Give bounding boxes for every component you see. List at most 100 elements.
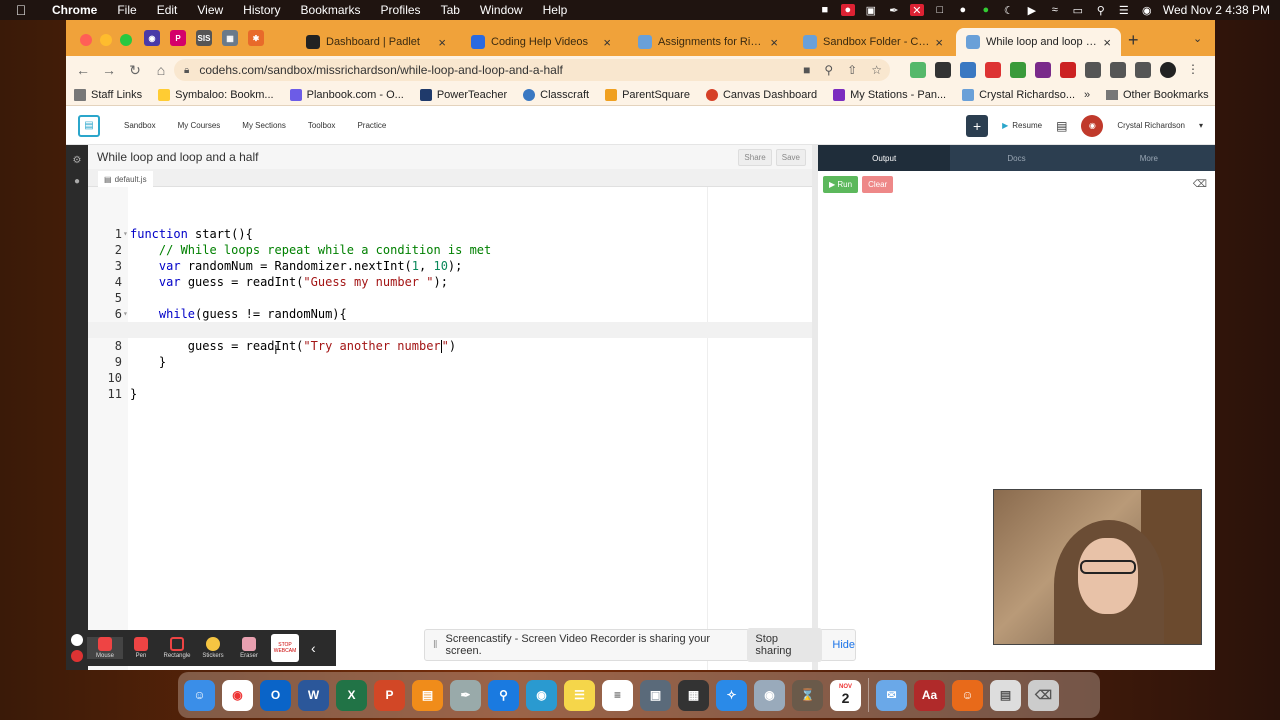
bookmark-folder[interactable]: Staff Links xyxy=(66,88,150,101)
chevron-down-icon[interactable]: ▾ xyxy=(1199,121,1203,130)
mail-icon[interactable]: ✉ xyxy=(876,679,907,711)
code-line[interactable]: 7 println("No that is not my number.") xyxy=(88,306,812,337)
menu-profiles[interactable]: Profiles xyxy=(371,3,431,17)
code-line[interactable]: 4 var guess = readInt("Guess my number "… xyxy=(88,258,812,289)
wifi-icon[interactable]: ≈ xyxy=(1048,4,1062,16)
tool-pen[interactable]: Pen xyxy=(123,637,159,659)
code-line[interactable]: 9 } xyxy=(88,338,812,369)
nav-my-sections[interactable]: My Sections xyxy=(242,121,286,130)
back-icon[interactable]: ← xyxy=(70,62,96,78)
code-line[interactable]: 1 ▾ function start(){ xyxy=(88,210,812,241)
finder-icon[interactable]: ☺ xyxy=(184,679,215,711)
lock-icon[interactable]: 🔒︎ xyxy=(184,65,189,76)
menu-edit[interactable]: Edit xyxy=(147,3,188,17)
quicktime-icon[interactable]: ◉ xyxy=(754,679,785,711)
pause-recording-button[interactable] xyxy=(71,634,83,646)
sidebar-icon[interactable] xyxy=(1135,62,1151,78)
bookmark[interactable]: Classcraft xyxy=(515,88,597,101)
save-button[interactable]: Save xyxy=(775,148,806,166)
extension-icon[interactable] xyxy=(910,62,926,78)
other-bookmarks-folder[interactable]: Other Bookmarks xyxy=(1106,89,1209,101)
hide-button[interactable]: Hide xyxy=(832,639,855,651)
extension-icon[interactable] xyxy=(1035,62,1051,78)
word-icon[interactable]: W xyxy=(298,679,329,711)
settings-icon[interactable]: ⚙ xyxy=(66,155,88,166)
pinned-tab-icon[interactable]: ✱ xyxy=(248,30,264,46)
close-tab-icon[interactable]: × xyxy=(935,35,943,50)
reminders-icon[interactable]: ≡ xyxy=(602,679,633,711)
menu-bookmarks[interactable]: Bookmarks xyxy=(291,3,371,17)
close-window-button[interactable] xyxy=(80,34,92,46)
camera-icon[interactable]: ■ xyxy=(803,63,810,77)
code-line[interactable]: 2 // While loops repeat while a conditio… xyxy=(88,226,812,257)
close-tab-icon[interactable]: × xyxy=(438,35,446,50)
extension-icon[interactable] xyxy=(1010,62,1026,78)
run-button[interactable]: ▶ Run xyxy=(823,175,859,193)
code-line[interactable]: 10 xyxy=(88,354,812,385)
pen-icon[interactable]: ✒ xyxy=(887,4,901,17)
tab-more[interactable]: More xyxy=(1083,145,1215,171)
close-tab-icon[interactable]: × xyxy=(603,35,611,50)
zoom-icon[interactable]: ⚲ xyxy=(824,63,833,77)
nav-my-courses[interactable]: My Courses xyxy=(178,121,221,130)
browser-tab[interactable]: Coding Help Videos × xyxy=(461,28,621,56)
menubar-clock[interactable]: Wed Nov 2 4:38 PM xyxy=(1163,3,1270,17)
menu-history[interactable]: History xyxy=(233,3,290,17)
fullscreen-window-button[interactable] xyxy=(120,34,132,46)
url-field[interactable]: 🔒︎ codehs.com/sandbox/missrichardson/whi… xyxy=(174,59,890,81)
record-icon[interactable]: ● xyxy=(956,4,970,16)
excel-icon[interactable]: X xyxy=(336,679,367,711)
self-service-icon[interactable]: ⚲ xyxy=(488,679,519,711)
outlook-icon[interactable]: O xyxy=(260,679,291,711)
close-box-icon[interactable]: ✕ xyxy=(909,4,924,17)
time-machine-icon[interactable]: ⌛ xyxy=(792,679,823,711)
kebab-menu-icon[interactable]: ⋮ xyxy=(1185,62,1201,78)
siri-icon[interactable]: ◉ xyxy=(1140,4,1154,17)
menu-app-name[interactable]: Chrome xyxy=(42,3,107,17)
menu-window[interactable]: Window xyxy=(470,3,533,17)
extension-icon[interactable] xyxy=(960,62,976,78)
resume-button[interactable]: ▶ Resume xyxy=(1002,121,1042,130)
pinned-tab-icon[interactable]: ◉ xyxy=(144,30,160,46)
avatar[interactable]: ◉ xyxy=(1081,114,1104,137)
code-line-active[interactable]: 8 guess = readInt("Try another number") xyxy=(88,322,812,353)
extension-icon[interactable] xyxy=(1060,62,1076,78)
pinned-tab-icon[interactable]: ▦ xyxy=(222,30,238,46)
screencastify-icon[interactable]: ● xyxy=(840,4,855,16)
nav-toolbox[interactable]: Toolbox xyxy=(308,121,336,130)
tool-rectangle[interactable]: Rectangle xyxy=(159,637,195,659)
clear-button[interactable]: Clear xyxy=(862,175,894,193)
preview-icon[interactable]: ☺ xyxy=(952,679,983,711)
notes-icon[interactable]: ☰ xyxy=(564,679,595,711)
extension-icon[interactable] xyxy=(935,62,951,78)
moon-icon[interactable]: ☾ xyxy=(1002,4,1016,17)
camera-icon[interactable]: ■ xyxy=(818,4,832,16)
nav-practice[interactable]: Practice xyxy=(357,121,386,130)
reload-icon[interactable]: ↻ xyxy=(122,62,148,79)
downloads-icon[interactable]: ▤ xyxy=(990,679,1021,711)
remote-desktop-icon[interactable]: ◉ xyxy=(526,679,557,711)
collapse-toolbar-icon[interactable]: ‹ xyxy=(311,640,316,656)
forward-icon[interactable]: → xyxy=(96,62,122,78)
chrome-icon[interactable]: ◉ xyxy=(222,679,253,711)
code-line[interactable]: 11} xyxy=(88,370,812,401)
chevron-down-icon[interactable]: ⌄ xyxy=(1193,32,1202,45)
minimize-window-button[interactable] xyxy=(100,34,112,46)
dictionary-icon[interactable]: Aa xyxy=(914,679,945,711)
play-icon[interactable]: ▶ xyxy=(1025,4,1039,17)
display-icon[interactable]: ▣ xyxy=(864,4,878,17)
bookmark[interactable]: Crystal Richardso... xyxy=(954,88,1083,101)
user-name[interactable]: Crystal Richardson xyxy=(1117,121,1185,130)
webcam-overlay[interactable] xyxy=(993,489,1202,645)
bookmark[interactable]: ParentSquare xyxy=(597,88,698,101)
browser-tab[interactable]: Sandbox Folder - Compu × xyxy=(793,28,953,56)
clipboard-icon[interactable]: □ xyxy=(933,4,947,16)
code-editor[interactable]: 1 ▾ function start(){ 2 // While loops rep… xyxy=(88,187,812,670)
star-icon[interactable]: ☆ xyxy=(871,63,882,77)
tab-output[interactable]: Output xyxy=(818,145,951,171)
file-tab[interactable]: ▤ default.js xyxy=(98,171,153,187)
battery-icon[interactable]: ▭ xyxy=(1071,4,1085,17)
utilities-icon[interactable]: ✒ xyxy=(450,679,481,711)
new-tab-icon[interactable]: + xyxy=(1128,30,1139,51)
menu-help[interactable]: Help xyxy=(533,3,578,17)
